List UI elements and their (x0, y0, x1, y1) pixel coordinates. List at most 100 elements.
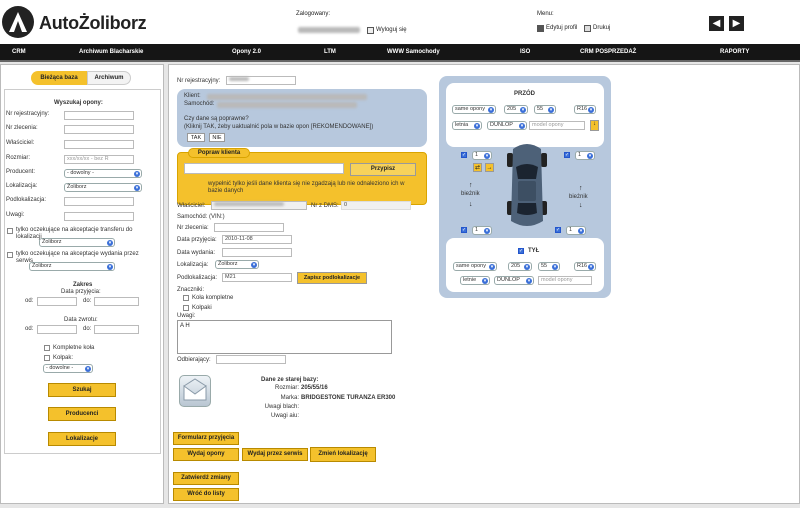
fl-checkbox[interactable]: ✓ (461, 152, 467, 158)
rr-select[interactable]: 1 ▾ (566, 226, 586, 235)
intake-form-button[interactable]: Formularz przyjęcia (173, 432, 239, 445)
owner-input[interactable] (64, 140, 134, 149)
change-location-button[interactable]: Zmień lokalizację (310, 447, 376, 462)
rear-brand-select[interactable]: DUNLOP ▾ (494, 276, 534, 285)
nav-crm[interactable]: CRM (12, 49, 26, 55)
copy-down-icon[interactable]: ↓ (590, 120, 599, 131)
front-rim-select[interactable]: R16 ▾ (574, 105, 596, 114)
release-checkbox[interactable] (7, 252, 13, 258)
chevron-down-icon: ▾ (134, 171, 140, 177)
fix-client-box: Popraw klienta Przypisz wypełnić tylko j… (177, 148, 427, 205)
fix-client-input[interactable] (184, 163, 344, 174)
complete-wheels-checkbox[interactable] (183, 295, 189, 301)
recipient-input[interactable] (216, 355, 286, 364)
complete-wheels-checkbox[interactable] (44, 345, 50, 351)
fr-select[interactable]: 1 ▾ (575, 151, 595, 160)
nav-tires[interactable]: Opony 2.0 (232, 49, 261, 55)
rear-season-select[interactable]: letnie ▾ (460, 276, 490, 285)
notes-input[interactable] (64, 212, 134, 221)
producer-select[interactable]: - dowolny - ▾ (64, 169, 142, 178)
hubcap-select[interactable]: - dowolne - ▾ (43, 364, 93, 373)
envelope-icon[interactable] (179, 375, 211, 407)
rear-checkbox[interactable]: ✓ (518, 248, 524, 254)
tab-archive[interactable]: Archiwum (87, 71, 131, 85)
rr-checkbox[interactable]: ✓ (555, 227, 561, 233)
search-button[interactable]: Szukaj (48, 383, 116, 397)
chevron-down-icon: ▾ (482, 278, 488, 284)
hubcaps-checkbox[interactable] (183, 305, 189, 311)
rear-rim-select[interactable]: R16 ▾ (574, 262, 596, 271)
size-input[interactable]: xxx/xx/xx - bez R (64, 155, 134, 164)
edit-profile-link[interactable]: Edytuj profil (546, 25, 577, 31)
swap-right-icon[interactable]: → (485, 163, 494, 172)
logout-icon[interactable] (367, 27, 374, 34)
sublocation-input[interactable]: M21 (222, 273, 292, 282)
return-to-input[interactable] (94, 325, 139, 334)
chevron-down-icon: ▾ (107, 240, 113, 246)
print-icon[interactable] (584, 25, 591, 32)
location-select[interactable]: Żoliborz ▾ (215, 260, 259, 269)
locations-button[interactable]: Lokalizacje (48, 432, 116, 446)
notes-textarea[interactable]: A H (177, 320, 392, 354)
intake-to-input[interactable] (94, 297, 139, 306)
intake-from-input[interactable] (37, 297, 77, 306)
confirm-changes-button[interactable]: Zatwierdź zmiany (173, 472, 239, 485)
rl-checkbox[interactable]: ✓ (461, 227, 467, 233)
front-width-select[interactable]: 205 ▾ (504, 105, 528, 114)
front-model-input[interactable]: model opony (529, 121, 585, 130)
edit-profile-icon[interactable] (537, 25, 544, 32)
menu-label: Menu: (537, 11, 554, 17)
rear-width-select[interactable]: 205 ▾ (508, 262, 532, 271)
release-tires-button[interactable]: Wydaj opony (173, 448, 239, 461)
intake-input[interactable]: 2010-11-08 (222, 235, 292, 244)
front-profile-select[interactable]: 55 ▾ (534, 105, 556, 114)
back-to-list-button[interactable]: Wróć do listy (173, 488, 239, 501)
rear-type-select[interactable]: same opony ▾ (453, 262, 497, 271)
front-season-select[interactable]: letnia ▾ (452, 121, 482, 130)
return-from-input[interactable] (37, 325, 77, 334)
front-title: PRZÓD (514, 91, 535, 97)
transfer-checkbox[interactable] (7, 228, 13, 234)
swap-left-icon[interactable]: ⇄ (473, 163, 482, 172)
nav-ltm[interactable]: LTM (324, 49, 336, 55)
rl-select[interactable]: 1 ▾ (472, 226, 492, 235)
sublocation-input[interactable] (64, 197, 134, 206)
hubcap-checkbox[interactable] (44, 355, 50, 361)
old-size-label: Rozmiar: (274, 385, 299, 391)
fl-select[interactable]: 1 ▾ (472, 151, 492, 160)
nav-www-cars[interactable]: WWW Samochody (387, 49, 440, 55)
reg-input[interactable] (64, 111, 134, 120)
rear-model-input[interactable]: model opony (538, 276, 592, 285)
order-input[interactable] (64, 125, 134, 134)
save-sublocation-button[interactable]: Zapisz podlokalizacje (297, 272, 367, 284)
front-brand-select[interactable]: DUNLOP ▾ (487, 121, 527, 130)
release-input[interactable] (222, 248, 292, 257)
assign-button[interactable]: Przypisz (350, 163, 416, 176)
nav-iso[interactable]: ISO (520, 49, 530, 55)
transfer-select[interactable]: Żoliborz ▾ (39, 238, 115, 247)
next-arrow-icon[interactable]: ▶ (729, 16, 744, 31)
nav-archive-body[interactable]: Archiwum Blacharskie (79, 49, 143, 55)
release-service-button[interactable]: Wydaj przez serwis (242, 448, 308, 461)
no-button[interactable]: NIE (209, 133, 225, 142)
logout-link[interactable]: Wyloguj się (376, 27, 407, 33)
form-reg-input[interactable] (226, 76, 296, 85)
location-select[interactable]: Żoliborz ▾ (64, 183, 142, 192)
yes-button[interactable]: TAK (187, 133, 205, 142)
fr-checkbox[interactable]: ✓ (564, 152, 570, 158)
rear-profile-select[interactable]: 55 ▾ (538, 262, 560, 271)
logo[interactable]: AutoŻoliborz (2, 6, 147, 40)
print-link[interactable]: Drukuj (593, 25, 610, 31)
producers-button[interactable]: Producenci (48, 407, 116, 421)
owner-input[interactable] (211, 201, 307, 210)
old-notes-label: Uwagi aiu: (270, 413, 299, 419)
nav-crm-aftersales[interactable]: CRM POSPRZEDAŻ (580, 49, 636, 55)
prev-arrow-icon[interactable]: ◀ (709, 16, 724, 31)
front-tires-box: PRZÓD same opony ▾ 205 ▾ 55 ▾ R16 ▾ letnia ▾ … (446, 83, 604, 147)
front-type-select[interactable]: same opony ▾ (452, 105, 496, 114)
nav-reports[interactable]: RAPORTY (720, 49, 749, 55)
release-select[interactable]: Żoliborz ▾ (29, 262, 115, 271)
marks-label: Znaczniki: (177, 287, 205, 293)
tab-current-base[interactable]: Bieżąca baza (31, 71, 87, 85)
order-input[interactable] (214, 223, 284, 232)
